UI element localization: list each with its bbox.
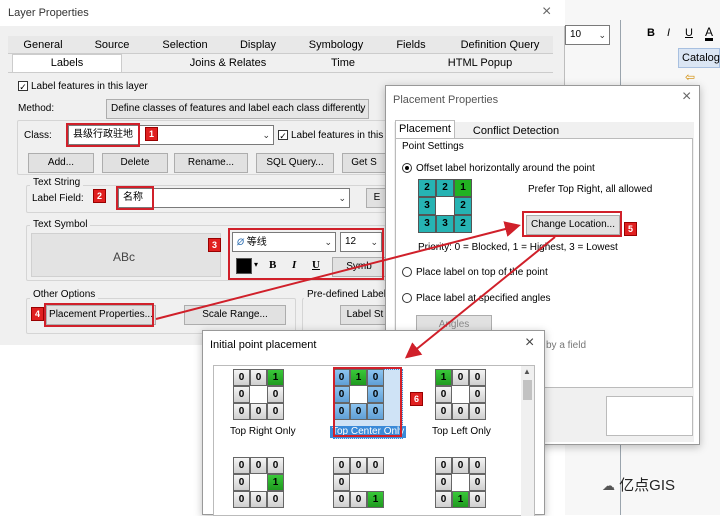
watermark-text: 亿点GIS — [619, 477, 676, 494]
arrow-to-initial-dialog — [404, 236, 556, 359]
wechat-icon: ☁ — [602, 478, 615, 493]
watermark: ☁ 亿点GIS — [602, 474, 712, 498]
annotation-arrows — [155, 221, 556, 359]
arrow-to-change-location — [155, 221, 521, 320]
